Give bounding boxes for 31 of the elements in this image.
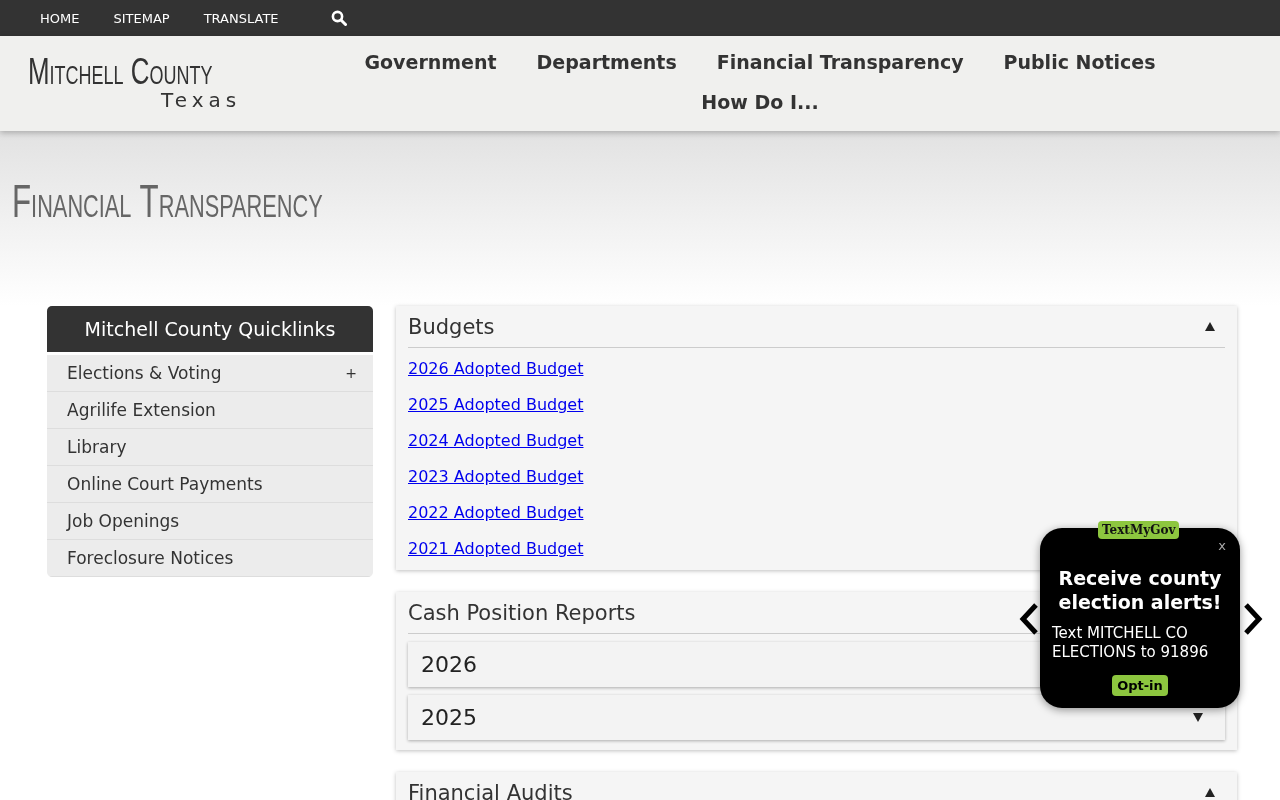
search-icon[interactable] xyxy=(330,10,347,26)
document-link[interactable]: 2024 Adopted Budget xyxy=(408,430,584,452)
nav-link[interactable]: Departments xyxy=(536,50,677,74)
accordion-header[interactable]: 2025 xyxy=(408,695,1225,740)
quicklink-item[interactable]: Online Court Payments xyxy=(47,466,373,503)
logo-text[interactable]: Mitchell County xyxy=(28,54,213,90)
document-link[interactable]: 2022 Adopted Budget xyxy=(408,502,584,524)
quicklink-item[interactable]: Foreclosure Notices xyxy=(47,540,373,577)
brand-badge: TextMyGov xyxy=(1098,521,1180,539)
quicklink-item[interactable]: Job Openings xyxy=(47,503,373,540)
logo-subtitle: Texas xyxy=(161,90,242,110)
close-button[interactable]: x xyxy=(1218,538,1226,553)
document-link[interactable]: 2025 Adopted Budget xyxy=(408,394,584,416)
quicklinks-title: Mitchell County Quicklinks xyxy=(47,306,373,355)
document-link[interactable]: 2026 Adopted Budget xyxy=(408,358,584,380)
nav-link[interactable]: How Do I... xyxy=(701,90,819,114)
quicklink-item[interactable]: Library xyxy=(47,429,373,466)
nav-link[interactable]: Public Notices xyxy=(1003,50,1156,74)
accordion-header[interactable]: Budgets xyxy=(408,306,1225,348)
nav-link[interactable]: Financial Transparency xyxy=(716,50,964,74)
quicklink-item[interactable]: Elections & Voting + xyxy=(47,355,373,392)
page-title: Financial Transparency xyxy=(12,177,323,225)
accordion-header[interactable]: Financial Audits xyxy=(408,772,1225,800)
nav-link[interactable]: Government xyxy=(364,50,497,74)
opt-in-button[interactable]: Opt-in xyxy=(1112,675,1168,696)
top-link[interactable]: HOME xyxy=(40,10,80,26)
quicklink-item[interactable]: Agrilife Extension xyxy=(47,392,373,429)
top-link[interactable]: TRANSLATE xyxy=(203,10,279,26)
document-link[interactable]: 2023 Adopted Budget xyxy=(408,466,584,488)
document-link[interactable]: 2021 Adopted Budget xyxy=(408,538,584,560)
top-link[interactable]: SITEMAP xyxy=(113,10,170,26)
